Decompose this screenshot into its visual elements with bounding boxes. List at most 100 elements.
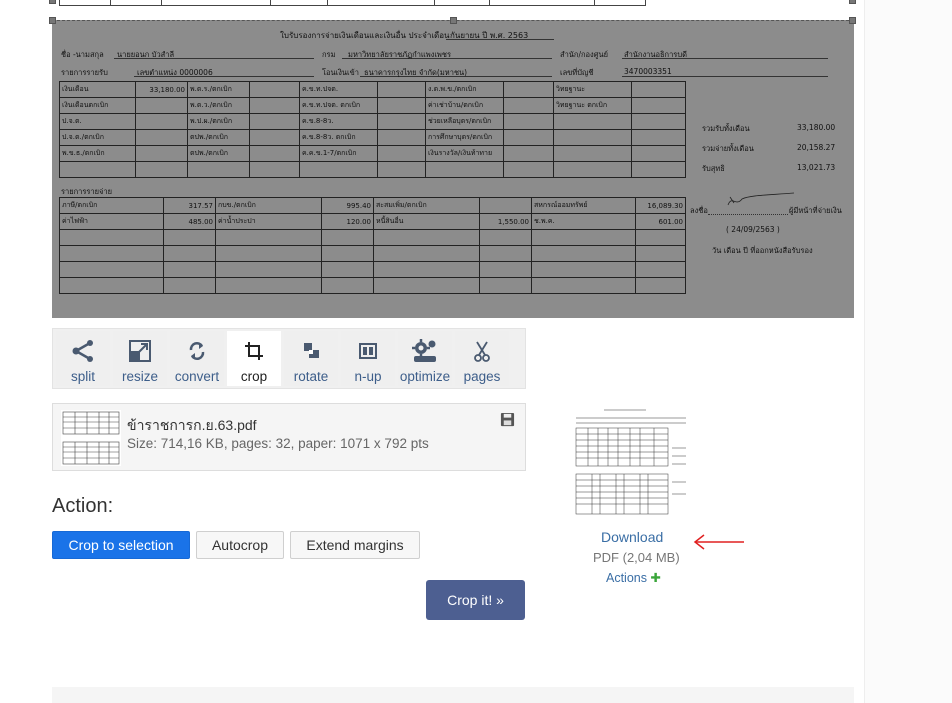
expense-cell: 120.00	[321, 213, 374, 230]
expense-cell: 601.00	[635, 213, 686, 230]
income-cell	[503, 113, 554, 130]
expense-cell	[373, 245, 480, 262]
crop-handle-top-right[interactable]	[849, 17, 856, 24]
tool-optimize-button[interactable]: optimize	[398, 331, 452, 386]
autocrop-button[interactable]: Autocrop	[196, 531, 284, 559]
expense-cell	[635, 245, 686, 262]
crop-it-button[interactable]: Crop it! »	[426, 580, 525, 620]
convert-icon	[182, 337, 212, 365]
income-row: ป.จ.ต./ตกเบิก ตปพ./ตกเบิก ค.ข.8-8ว. ตกเบิก…	[59, 129, 686, 146]
save-icon[interactable]	[500, 412, 515, 427]
tool-pages-button[interactable]: pages	[455, 331, 509, 386]
dept-value: มหาวิทยาลัยราชภัฏกำแพงเพชร	[348, 50, 451, 59]
expense-cell	[373, 261, 480, 278]
income-cell: ง.ต.พ.ข./ตกเบิก	[425, 81, 504, 98]
download-thumbnail[interactable]	[574, 404, 692, 516]
income-cell: ค.ข.ท.ปจต. ตกเบิก	[299, 97, 378, 114]
income-detail-label: รายการรายรับ	[61, 68, 108, 77]
income-row: เงินเดือน 33,180.00 พ.ต.ร./ตกเบิก ค.ข.ท.ปจต…	[59, 81, 686, 98]
income-cell	[249, 113, 300, 130]
account-value: 3470003351	[624, 67, 672, 76]
income-cell: พ.ป.ผ./ตกเบิก	[187, 113, 250, 130]
income-cell	[503, 81, 554, 98]
income-cell: เงินเดือน	[59, 81, 136, 98]
bank-label: โอนเงินเข้า	[322, 68, 359, 77]
expense-cell	[59, 229, 164, 246]
tool-crop-button[interactable]: crop	[227, 331, 281, 386]
tool-resize-button[interactable]: resize	[113, 331, 167, 386]
expense-cell	[59, 245, 164, 262]
crop-to-selection-button[interactable]: Crop to selection	[52, 531, 190, 559]
income-cell	[503, 161, 554, 178]
crop-handle-top-left[interactable]	[49, 17, 56, 24]
expense-cell	[321, 277, 374, 294]
name-value: นายยอนก บัวสำลี	[117, 50, 175, 59]
expense-cell: ค่าน้ำประปา	[215, 213, 322, 230]
income-cell	[135, 113, 188, 130]
scissors-icon	[467, 337, 497, 365]
split-icon	[68, 337, 98, 365]
extend-margins-button[interactable]: Extend margins	[290, 531, 420, 559]
income-cell: ป.จ.ต.	[59, 113, 136, 130]
income-cell	[553, 145, 632, 162]
expense-cell	[321, 245, 374, 262]
crop-handle-top[interactable]	[450, 17, 457, 24]
income-cell	[135, 145, 188, 162]
expense-row	[59, 261, 686, 278]
income-cell	[377, 81, 426, 98]
income-cell	[249, 81, 300, 98]
income-cell: พ.ข.ธ./ตกเบิก	[59, 145, 136, 162]
tool-split-button[interactable]: split	[56, 331, 110, 386]
footer-bar	[52, 687, 854, 703]
income-row	[59, 161, 686, 178]
issue-date-label: วัน เดือน ปี ที่ออกหนังสือรับรอง	[712, 246, 813, 255]
income-cell	[377, 145, 426, 162]
action-heading: Action:	[52, 495, 114, 517]
page-right-margin	[864, 0, 952, 703]
income-cell: ค.ข.8-8ว.	[299, 113, 378, 130]
expense-cell	[321, 229, 374, 246]
expense-cell	[163, 277, 216, 294]
crop-handle-right-upper[interactable]	[849, 0, 856, 4]
tool-rotate-button[interactable]: rotate	[284, 331, 338, 386]
expense-cell	[479, 245, 532, 262]
previous-page-table	[59, 0, 646, 6]
expense-cell: ค่าไฟฟ้า	[59, 213, 164, 230]
expense-cell	[321, 261, 374, 278]
crop-selection-area[interactable]: ใบรับรองการจ่ายเงินเดือนและเงินอื่น ประจ…	[52, 20, 854, 318]
income-row: ป.จ.ต. พ.ป.ผ./ตกเบิก ค.ข.8-8ว. ช่วยเหลือบุต…	[59, 113, 686, 130]
income-cell	[249, 97, 300, 114]
tool-n-up-button[interactable]: n-up	[341, 331, 395, 386]
tool-convert-button[interactable]: convert	[170, 331, 224, 386]
expense-cell	[215, 229, 322, 246]
red-arrow-annotation	[693, 534, 744, 550]
download-link[interactable]: Download	[601, 529, 663, 545]
document-preview[interactable]: ใบรับรองการจ่ายเงินเดือนและเงินอื่น ประจ…	[49, 0, 856, 318]
plus-icon: ✚	[650, 571, 661, 585]
position-number: เลขตำแหน่ง 0000006	[137, 68, 213, 77]
income-cell	[249, 161, 300, 178]
expense-cell: 485.00	[163, 213, 216, 230]
expense-cell	[373, 229, 480, 246]
summary-value: 13,021.73	[797, 163, 836, 172]
download-actions-link[interactable]: Actions ✚	[606, 570, 661, 585]
income-cell	[553, 129, 632, 146]
income-cell: ตปพ./ตกเบิก	[187, 145, 250, 162]
sign-date: ( 24/09/2563 )	[726, 225, 780, 234]
expense-row: ภาษี/ตกเบิก 317.57 กบข./ตกเบิก 995.40 สะสมเพ…	[59, 197, 686, 214]
expense-cell	[479, 229, 532, 246]
income-cell	[135, 161, 188, 178]
income-cell	[377, 161, 426, 178]
income-row: พ.ข.ธ./ตกเบิก ตปพ./ตกเบิก ค.ค.ข.1-7/ตกเบิก…	[59, 145, 686, 162]
expense-cell	[635, 261, 686, 278]
file-thumbnail[interactable]	[61, 410, 121, 466]
tool-label: rotate	[293, 369, 329, 384]
summary-value: 20,158.27	[797, 143, 836, 152]
crop-handle-left-upper[interactable]	[49, 0, 56, 4]
income-cell: วิทยฐานะ ตกเบิก	[553, 97, 632, 114]
expense-cell	[635, 229, 686, 246]
tool-label: resize	[121, 369, 158, 384]
expense-row: ค่าไฟฟ้า 485.00 ค่าน้ำประปา 120.00 หนี้สินอื…	[59, 213, 686, 230]
summary-value: 33,180.00	[797, 123, 836, 132]
expense-cell: 16,089.30	[635, 197, 686, 214]
